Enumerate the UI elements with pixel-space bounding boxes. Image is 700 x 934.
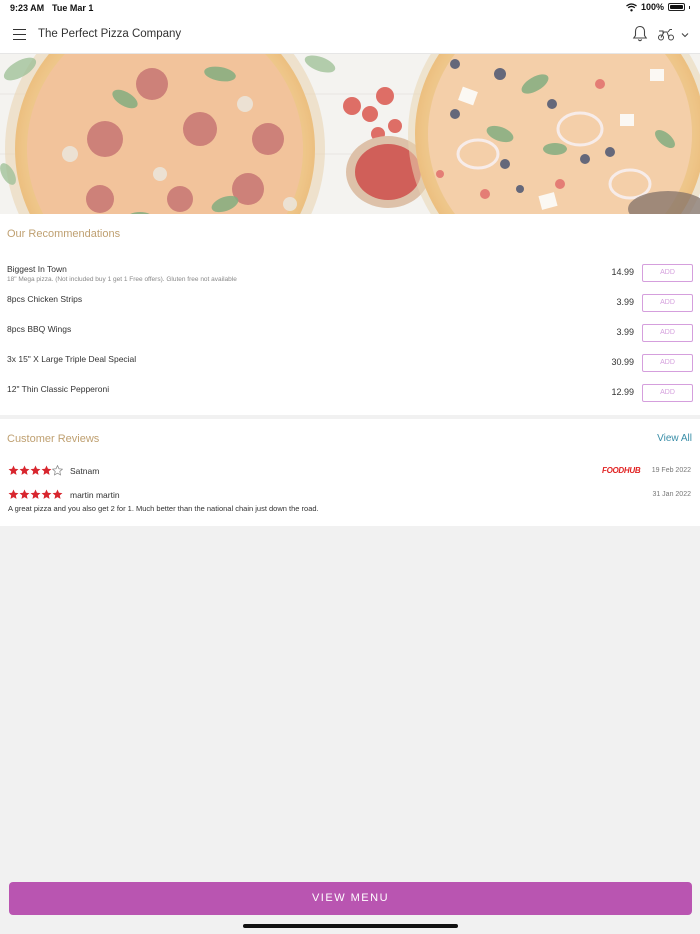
- status-time: 9:23 AM: [10, 3, 45, 13]
- item-name: 8pcs BBQ Wings: [7, 324, 72, 334]
- item-price: 30.99: [611, 357, 634, 367]
- reviews-section: Customer Reviews View All Satnam FOODHUB…: [0, 419, 700, 526]
- item-name: 3x 15" X Large Triple Deal Special: [7, 354, 137, 364]
- menu-icon[interactable]: [13, 29, 26, 40]
- status-right: 100%: [626, 2, 690, 12]
- star-filled-icon: [8, 489, 19, 499]
- star-filled-icon: [8, 465, 19, 475]
- recommendation-item: Biggest In Town 18" Mega pizza. (Not inc…: [0, 261, 700, 287]
- add-button[interactable]: ADD: [642, 264, 693, 282]
- item-description: 18" Mega pizza. (Not included buy 1 get …: [7, 276, 237, 283]
- star-filled-icon: [41, 489, 52, 499]
- page-title: The Perfect Pizza Company: [38, 28, 182, 40]
- view-all-link[interactable]: View All: [657, 433, 692, 444]
- add-button[interactable]: ADD: [642, 294, 693, 312]
- view-menu-button[interactable]: VIEW MENU: [9, 882, 692, 915]
- item-name: Biggest In Town: [7, 264, 67, 274]
- scooter-icon[interactable]: [657, 27, 675, 41]
- review-text: A great pizza and you also get 2 for 1. …: [8, 504, 319, 513]
- reviewer-name: Satnam: [70, 466, 100, 476]
- home-indicator: [243, 924, 458, 928]
- add-button[interactable]: ADD: [642, 384, 693, 402]
- item-price: 12.99: [611, 387, 634, 397]
- battery-percent: 100%: [640, 2, 664, 12]
- item-name: 8pcs Chicken Strips: [7, 294, 83, 304]
- star-empty-icon: [52, 465, 63, 476]
- battery-icon: [668, 3, 685, 11]
- review-date: 19 Feb 2022: [651, 467, 691, 474]
- foodhub-logo: FOODHUB: [602, 466, 641, 475]
- item-name: 12" Thin Classic Pepperoni: [7, 384, 110, 394]
- star-filled-icon: [52, 489, 63, 499]
- reviewer-name: martin martin: [70, 490, 120, 500]
- add-button[interactable]: ADD: [642, 324, 693, 342]
- recommendation-item: 8pcs Chicken Strips 3.99 ADD: [0, 291, 700, 317]
- add-button[interactable]: ADD: [642, 354, 693, 372]
- star-filled-icon: [30, 489, 41, 499]
- item-price: 3.99: [616, 327, 634, 337]
- navbar: The Perfect Pizza Company: [0, 16, 700, 54]
- recommendations-title: Our Recommendations: [7, 228, 121, 240]
- reviews-title: Customer Reviews: [7, 433, 100, 445]
- bell-icon[interactable]: [632, 25, 648, 43]
- battery-nub: [689, 5, 690, 9]
- review-date: 31 Jan 2022: [652, 491, 691, 498]
- recommendation-item: 3x 15" X Large Triple Deal Special 30.99…: [0, 351, 700, 377]
- wifi-icon: [626, 2, 637, 11]
- star-rating: [8, 465, 63, 476]
- star-rating: [8, 489, 63, 500]
- star-filled-icon: [19, 489, 30, 499]
- star-filled-icon: [30, 465, 41, 475]
- recommendation-item: 12" Thin Classic Pepperoni 12.99 ADD: [0, 381, 700, 407]
- item-price: 14.99: [611, 267, 634, 277]
- hero-banner-image: [0, 54, 700, 214]
- recommendations-section: Our Recommendations Biggest In Town 18" …: [0, 214, 700, 415]
- status-bar: 9:23 AM Tue Mar 1 100%: [0, 0, 700, 16]
- status-date: Tue Mar 1: [52, 3, 94, 13]
- item-price: 3.99: [616, 297, 634, 307]
- recommendation-item: 8pcs BBQ Wings 3.99 ADD: [0, 321, 700, 347]
- chevron-down-icon[interactable]: [681, 32, 689, 38]
- star-filled-icon: [41, 465, 52, 475]
- star-filled-icon: [19, 465, 30, 475]
